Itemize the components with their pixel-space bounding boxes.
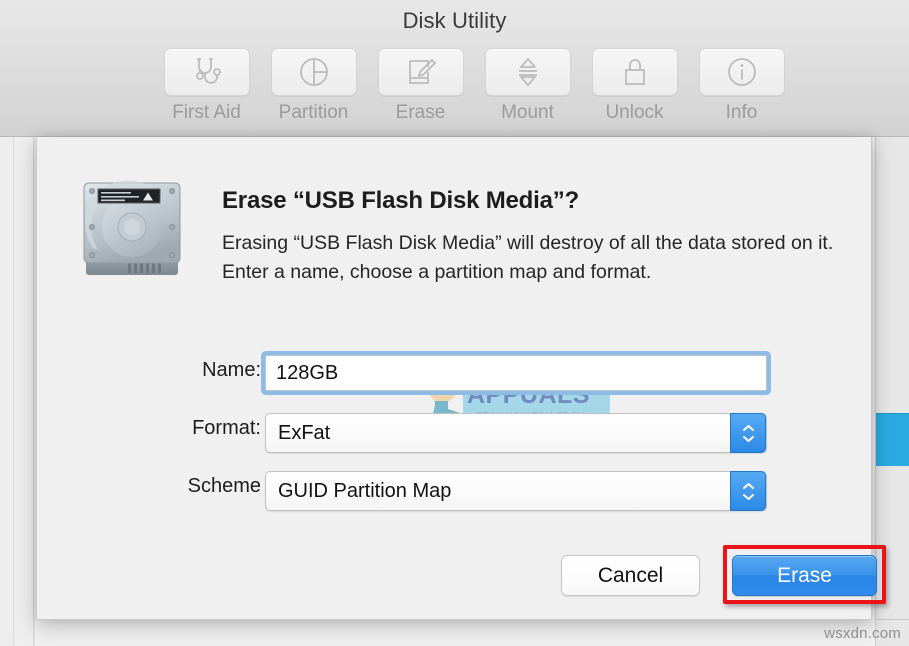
format-label: Format: <box>192 417 261 439</box>
partition-button[interactable] <box>270 48 357 96</box>
background-sidebar-outer <box>0 137 14 646</box>
footer-watermark: wsxdn.com <box>824 625 901 642</box>
name-label: Name: <box>202 359 261 381</box>
mount-label: Mount <box>501 102 554 123</box>
toolbar-item-mount[interactable]: Mount <box>476 48 579 124</box>
erase-label: Erase <box>395 102 446 123</box>
unlock-button[interactable] <box>591 48 678 96</box>
format-row: Format: ExFat <box>37 409 873 453</box>
first-aid-button[interactable] <box>163 48 250 96</box>
background-divider <box>876 619 909 620</box>
scheme-dropdown[interactable]: GUID Partition Map <box>265 471 767 511</box>
background-selected-row <box>876 413 909 466</box>
stethoscope-icon <box>190 56 224 88</box>
format-dropdown[interactable]: ExFat <box>265 413 767 453</box>
info-circle-icon <box>726 56 758 88</box>
scheme-label: Scheme <box>187 475 261 497</box>
name-row: Name: <box>37 351 873 395</box>
scheme-value: GUID Partition Map <box>278 480 452 502</box>
dialog-body-text: Erasing “USB Flash Disk Media” will dest… <box>222 232 834 283</box>
window-title: Disk Utility <box>402 8 507 33</box>
name-input[interactable] <box>265 355 767 391</box>
window-toolbar: Disk Utility First Aid Partition Erase M… <box>0 0 909 137</box>
erase-pencil-icon <box>405 56 437 88</box>
erase-button[interactable]: Erase <box>732 555 877 596</box>
erase-toolbar-button[interactable] <box>377 48 464 96</box>
dialog-title: Erase “USB Flash Disk Media”? <box>222 187 579 214</box>
lock-icon <box>622 56 648 88</box>
info-label: Info <box>725 102 758 123</box>
format-stepper-arrows-icon[interactable] <box>730 413 766 453</box>
toolbar-buttons: First Aid Partition Erase Mount Unlock I… <box>155 48 793 124</box>
name-input-focus-ring <box>261 351 771 395</box>
toolbar-item-partition[interactable]: Partition <box>262 48 365 124</box>
unlock-label: Unlock <box>605 102 664 123</box>
toolbar-item-erase[interactable]: Erase <box>369 48 472 124</box>
mount-arrows-icon <box>514 56 542 88</box>
partition-label: Partition <box>278 102 349 123</box>
first-aid-label: First Aid <box>172 102 241 123</box>
disk-utility-screen: Disk Utility First Aid Partition Erase M… <box>0 0 909 646</box>
background-sidebar-inner <box>14 137 34 646</box>
erase-dialog: ! Erase “USB Flash Disk Media”? Erasing … <box>36 137 886 620</box>
pie-chart-icon <box>298 56 330 88</box>
toolbar-item-unlock[interactable]: Unlock <box>583 48 686 124</box>
cancel-button[interactable]: Cancel <box>561 555 700 596</box>
hard-disk-icon: ! <box>76 175 188 287</box>
mount-button[interactable] <box>484 48 571 96</box>
scheme-stepper-arrows-icon[interactable] <box>730 471 766 511</box>
scheme-row: Scheme GUID Partition Map <box>37 467 873 511</box>
info-button[interactable] <box>698 48 785 96</box>
toolbar-item-info[interactable]: Info <box>690 48 793 124</box>
toolbar-item-first-aid[interactable]: First Aid <box>155 48 258 124</box>
format-value: ExFat <box>278 422 331 444</box>
